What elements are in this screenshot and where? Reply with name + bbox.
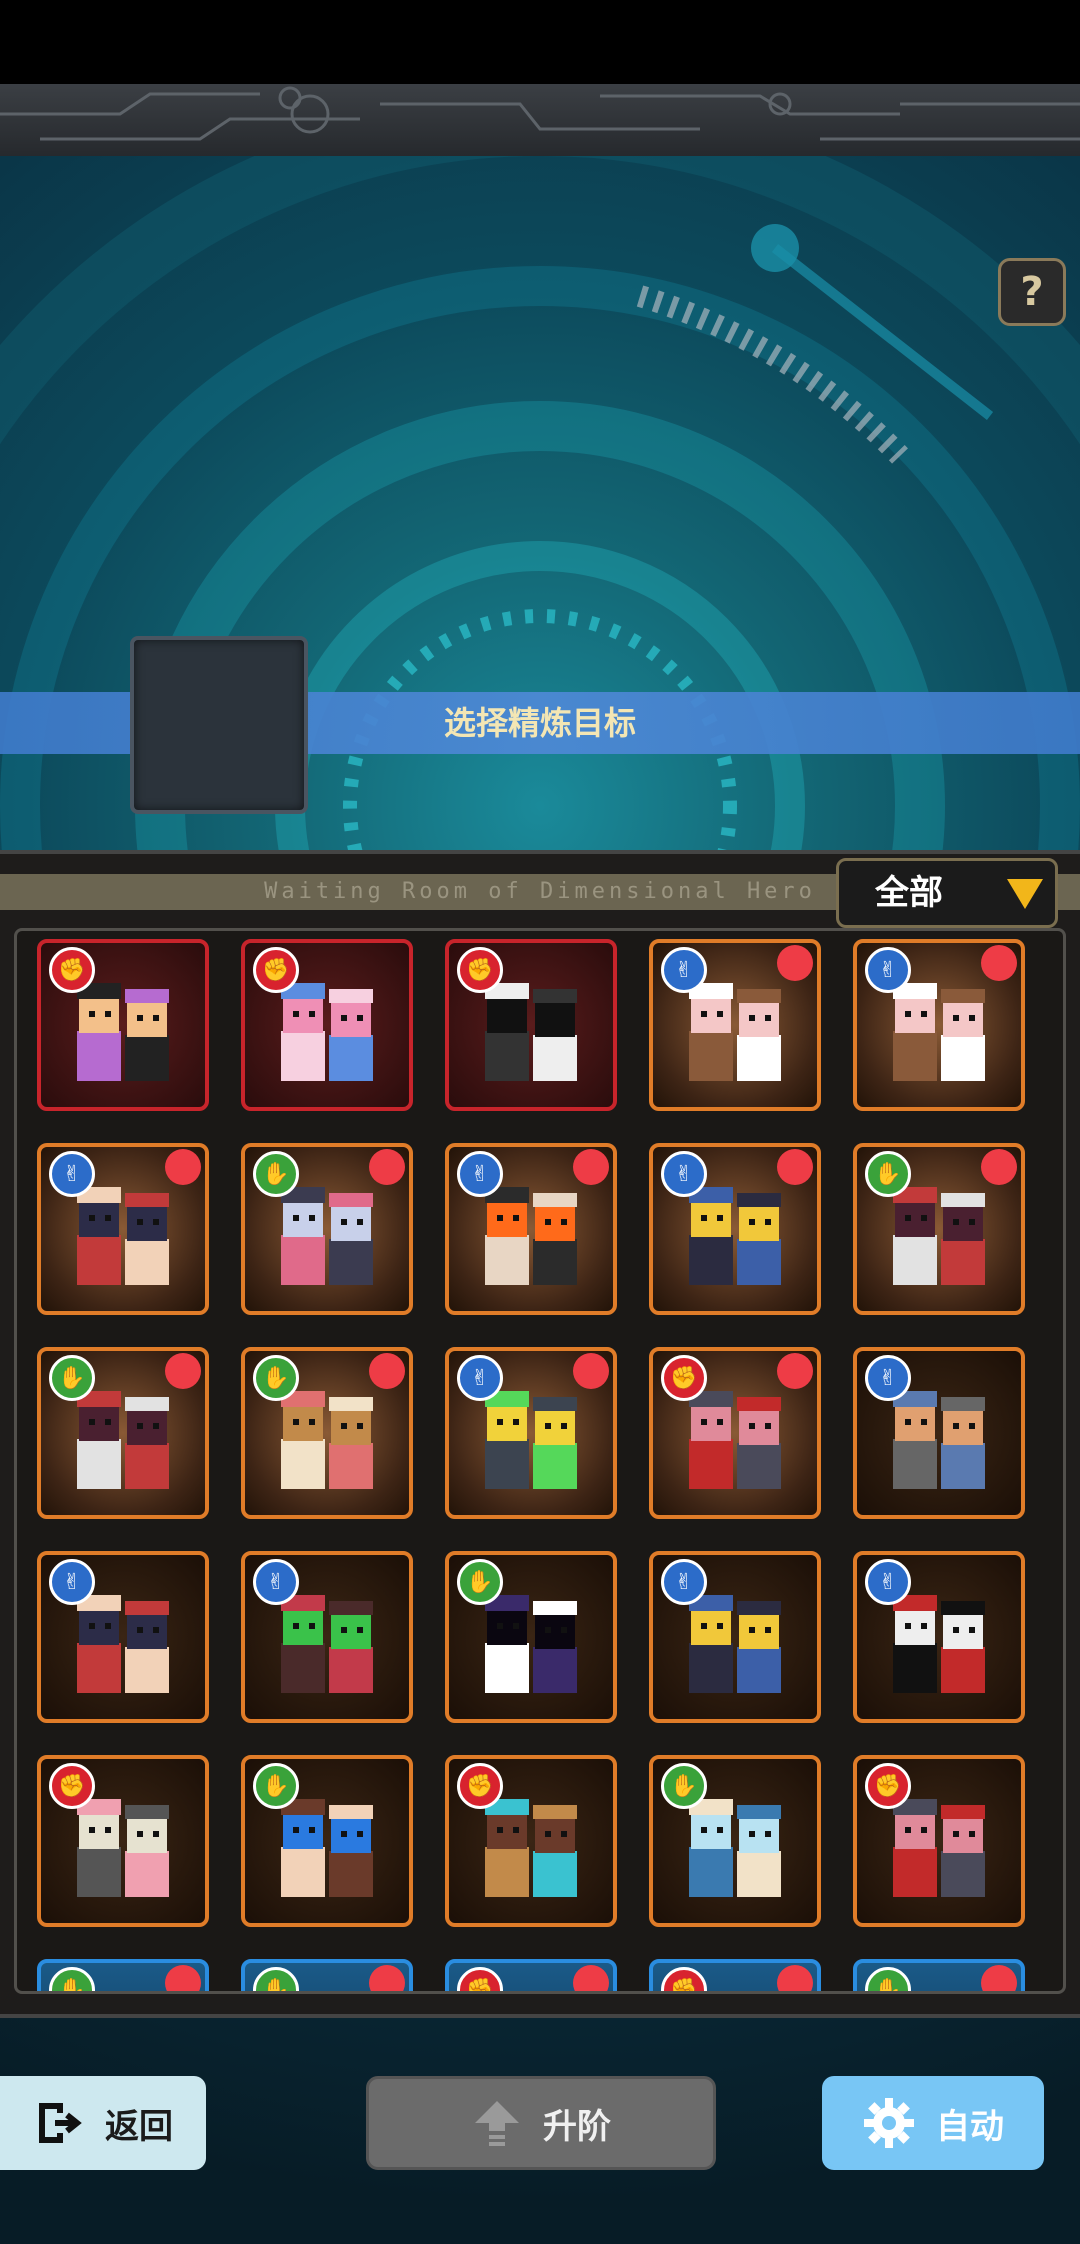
hero-card[interactable]: ✌	[649, 1551, 821, 1723]
hero-card[interactable]: ✋	[241, 1347, 413, 1519]
rock-hand-icon: ✊	[49, 1763, 95, 1809]
hero-card[interactable]: ✋	[37, 1959, 209, 1991]
notification-dot	[369, 1149, 405, 1185]
paper-hand-icon: ✋	[865, 1967, 911, 1991]
paper-hand-icon: ✋	[253, 1355, 299, 1401]
refine-target-slot[interactable]	[130, 636, 308, 814]
paper-hand-icon: ✋	[49, 1967, 95, 1991]
scissors-hand-icon: ✌	[661, 1559, 707, 1605]
notification-dot	[369, 1353, 405, 1389]
hero-card[interactable]: ✌	[649, 1143, 821, 1315]
hero-card[interactable]: ✊	[649, 1347, 821, 1519]
paper-hand-icon: ✋	[865, 1151, 911, 1197]
hero-card[interactable]: ✊	[649, 1959, 821, 1991]
back-label: 返回	[105, 2106, 173, 2147]
gear-icon	[864, 2098, 914, 2148]
rock-hand-icon: ✊	[457, 1763, 503, 1809]
notification-dot	[981, 1149, 1017, 1185]
notification-dot	[777, 1149, 813, 1185]
hero-card[interactable]: ✌	[853, 939, 1025, 1111]
hero-card[interactable]: ✋	[445, 1551, 617, 1723]
hero-card[interactable]: ✌	[853, 1551, 1025, 1723]
up-arrow-icon	[475, 2101, 519, 2146]
hero-card[interactable]: ✊	[241, 939, 413, 1111]
hero-card[interactable]: ✌	[445, 1347, 617, 1519]
exit-icon	[39, 2103, 82, 2143]
hero-card[interactable]: ✋	[241, 1959, 413, 1991]
hero-card[interactable]: ✋	[649, 1755, 821, 1927]
help-button[interactable]: ?	[998, 258, 1066, 326]
hero-card[interactable]: ✊	[445, 1755, 617, 1927]
rock-hand-icon: ✊	[457, 947, 503, 993]
hero-card[interactable]: ✊	[37, 1755, 209, 1927]
paper-hand-icon: ✋	[253, 1763, 299, 1809]
scissors-hand-icon: ✌	[457, 1355, 503, 1401]
scissors-hand-icon: ✌	[661, 1151, 707, 1197]
notification-dot	[369, 1965, 405, 1991]
rock-hand-icon: ✊	[457, 1967, 503, 1991]
triangle-down-icon	[1007, 879, 1043, 909]
upgrade-label: 升阶	[543, 2106, 611, 2147]
notification-dot	[165, 1965, 201, 1991]
hero-card[interactable]: ✋	[241, 1755, 413, 1927]
circuit-pattern	[0, 86, 1080, 141]
filter-label: 全部	[875, 873, 943, 913]
rock-hand-icon: ✊	[661, 1967, 707, 1991]
hero-card[interactable]: ✌	[853, 1347, 1025, 1519]
scissors-hand-icon: ✌	[457, 1151, 503, 1197]
scissors-hand-icon: ✌	[865, 1355, 911, 1401]
notification-dot	[165, 1353, 201, 1389]
paper-hand-icon: ✋	[457, 1559, 503, 1605]
back-button[interactable]: 返回	[0, 2076, 206, 2170]
scissors-hand-icon: ✌	[661, 947, 707, 993]
auto-label: 自动	[936, 2106, 1004, 2147]
hero-card[interactable]: ✌	[649, 939, 821, 1111]
hero-card[interactable]: ✊	[37, 939, 209, 1111]
rock-hand-icon: ✊	[49, 947, 95, 993]
help-icon: ?	[1020, 269, 1044, 315]
hero-card[interactable]: ✊	[445, 1959, 617, 1991]
status-bar	[0, 0, 1080, 84]
scissors-hand-icon: ✌	[865, 947, 911, 993]
hero-card[interactable]: ✋	[37, 1347, 209, 1519]
hero-card[interactable]: ✋	[853, 1959, 1025, 1991]
rock-hand-icon: ✊	[661, 1355, 707, 1401]
notification-dot	[573, 1353, 609, 1389]
paper-hand-icon: ✋	[253, 1967, 299, 1991]
rock-hand-icon: ✊	[253, 947, 299, 993]
filter-dropdown[interactable]: 全部	[836, 858, 1058, 928]
notification-dot	[981, 1965, 1017, 1991]
hero-card[interactable]: ✌	[241, 1551, 413, 1723]
notification-dot	[573, 1149, 609, 1185]
notification-dot	[573, 1965, 609, 1991]
hero-card[interactable]: ✌	[37, 1551, 209, 1723]
auto-button[interactable]: 自动	[822, 2076, 1044, 2170]
notification-dot	[165, 1149, 201, 1185]
circuit-header-bar	[0, 84, 1080, 159]
waiting-room-label: Waiting Room of Dimensional Hero	[264, 879, 816, 904]
hero-card[interactable]: ✊	[445, 939, 617, 1111]
hero-card[interactable]: ✌	[37, 1143, 209, 1315]
notification-dot	[777, 1353, 813, 1389]
notification-dot	[981, 945, 1017, 981]
scissors-hand-icon: ✌	[49, 1559, 95, 1605]
hero-card[interactable]: ✊	[853, 1755, 1025, 1927]
paper-hand-icon: ✋	[49, 1355, 95, 1401]
upgrade-button[interactable]: 升阶	[366, 2076, 716, 2170]
notification-dot	[777, 1965, 813, 1991]
notification-dot	[777, 945, 813, 981]
hero-grid: ✊ ✊ ✊ ✌ ✌ ✌ ✋ ✌ ✌ ✋ ✋ ✋ ✌ ✊ ✌ ✌ ✌ ✋ ✌ ✌ ✊ ✋ ✊ ✋ ✊ ✋ ✋ ✊ ✊ ✋	[14, 928, 1066, 1994]
scissors-hand-icon: ✌	[49, 1151, 95, 1197]
hero-card[interactable]: ✋	[241, 1143, 413, 1315]
scissors-hand-icon: ✌	[253, 1559, 299, 1605]
rock-hand-icon: ✊	[865, 1763, 911, 1809]
hero-card[interactable]: ✌	[445, 1143, 617, 1315]
hero-card[interactable]: ✋	[853, 1143, 1025, 1315]
scissors-hand-icon: ✌	[865, 1559, 911, 1605]
paper-hand-icon: ✋	[661, 1763, 707, 1809]
paper-hand-icon: ✋	[253, 1151, 299, 1197]
